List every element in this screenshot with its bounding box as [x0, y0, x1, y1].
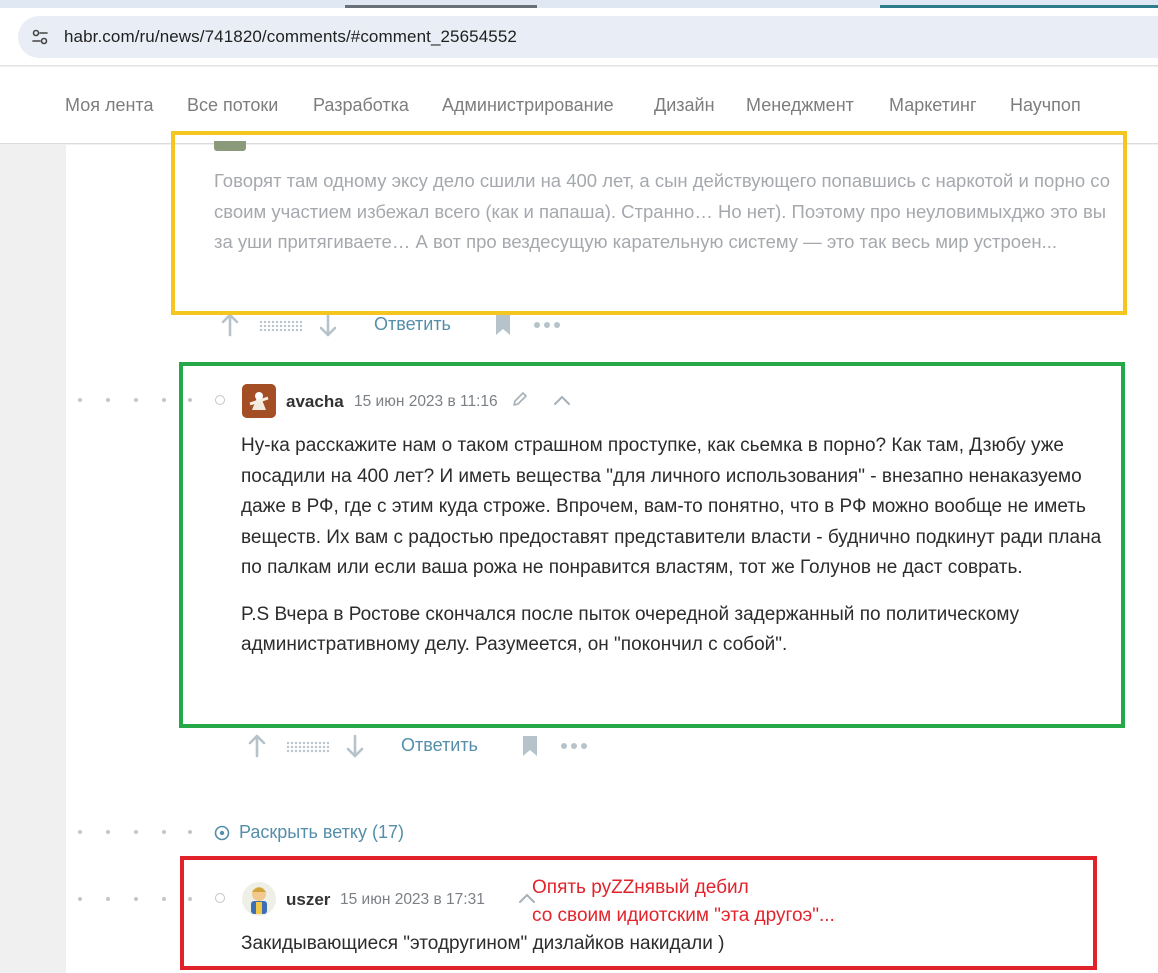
annotation-line: со своим идиотским "эта другоэ"...	[532, 905, 835, 926]
nav-item-marketing[interactable]: Маркетинг	[889, 95, 977, 116]
url-field[interactable]: habr.com/ru/news/741820/comments/#commen…	[18, 16, 1158, 58]
upvote-arrow-icon[interactable]	[219, 313, 241, 337]
bookmark-icon[interactable]	[494, 314, 512, 336]
nav-item-management[interactable]: Менеджмент	[746, 95, 854, 116]
nav-item-development[interactable]: Разработка	[313, 95, 409, 116]
annotation-note: Опять руZZнявый дебил со своим идиотским…	[532, 874, 835, 930]
url-text[interactable]: habr.com/ru/news/741820/comments/#commen…	[64, 27, 517, 47]
annotation-box-yellow	[171, 131, 1127, 315]
downvote-arrow-icon[interactable]	[317, 313, 339, 337]
more-icon[interactable]	[560, 742, 588, 750]
tune-icon[interactable]	[30, 27, 50, 47]
score-placeholder	[259, 320, 303, 332]
more-icon[interactable]	[533, 321, 561, 329]
downvote-arrow-icon[interactable]	[344, 734, 366, 758]
expand-thread-label[interactable]: Раскрыть ветку (17)	[239, 822, 404, 843]
annotation-box-green	[179, 362, 1125, 728]
score-placeholder	[286, 741, 330, 753]
thread-depth-dots	[78, 830, 228, 838]
reply-button[interactable]: Ответить	[401, 735, 478, 756]
nav-item-all-streams[interactable]: Все потоки	[187, 95, 278, 116]
bookmark-icon[interactable]	[521, 735, 539, 757]
reply-button[interactable]: Ответить	[374, 314, 451, 335]
expand-circle-icon	[214, 825, 230, 841]
nav-item-design[interactable]: Дизайн	[654, 95, 715, 116]
nav-item-administration[interactable]: Администрирование	[442, 95, 614, 116]
nav-item-popsci[interactable]: Научпоп	[1010, 95, 1081, 116]
upvote-arrow-icon[interactable]	[246, 734, 268, 758]
comment-actions: Ответить	[246, 734, 596, 758]
nav-item-my-feed[interactable]: Моя лента	[65, 95, 153, 116]
comment-actions: Ответить	[219, 313, 569, 337]
annotation-line: Опять руZZнявый дебил	[532, 877, 749, 898]
browser-address-bar: habr.com/ru/news/741820/comments/#commen…	[0, 8, 1158, 66]
browser-tab-strip	[0, 0, 1158, 8]
